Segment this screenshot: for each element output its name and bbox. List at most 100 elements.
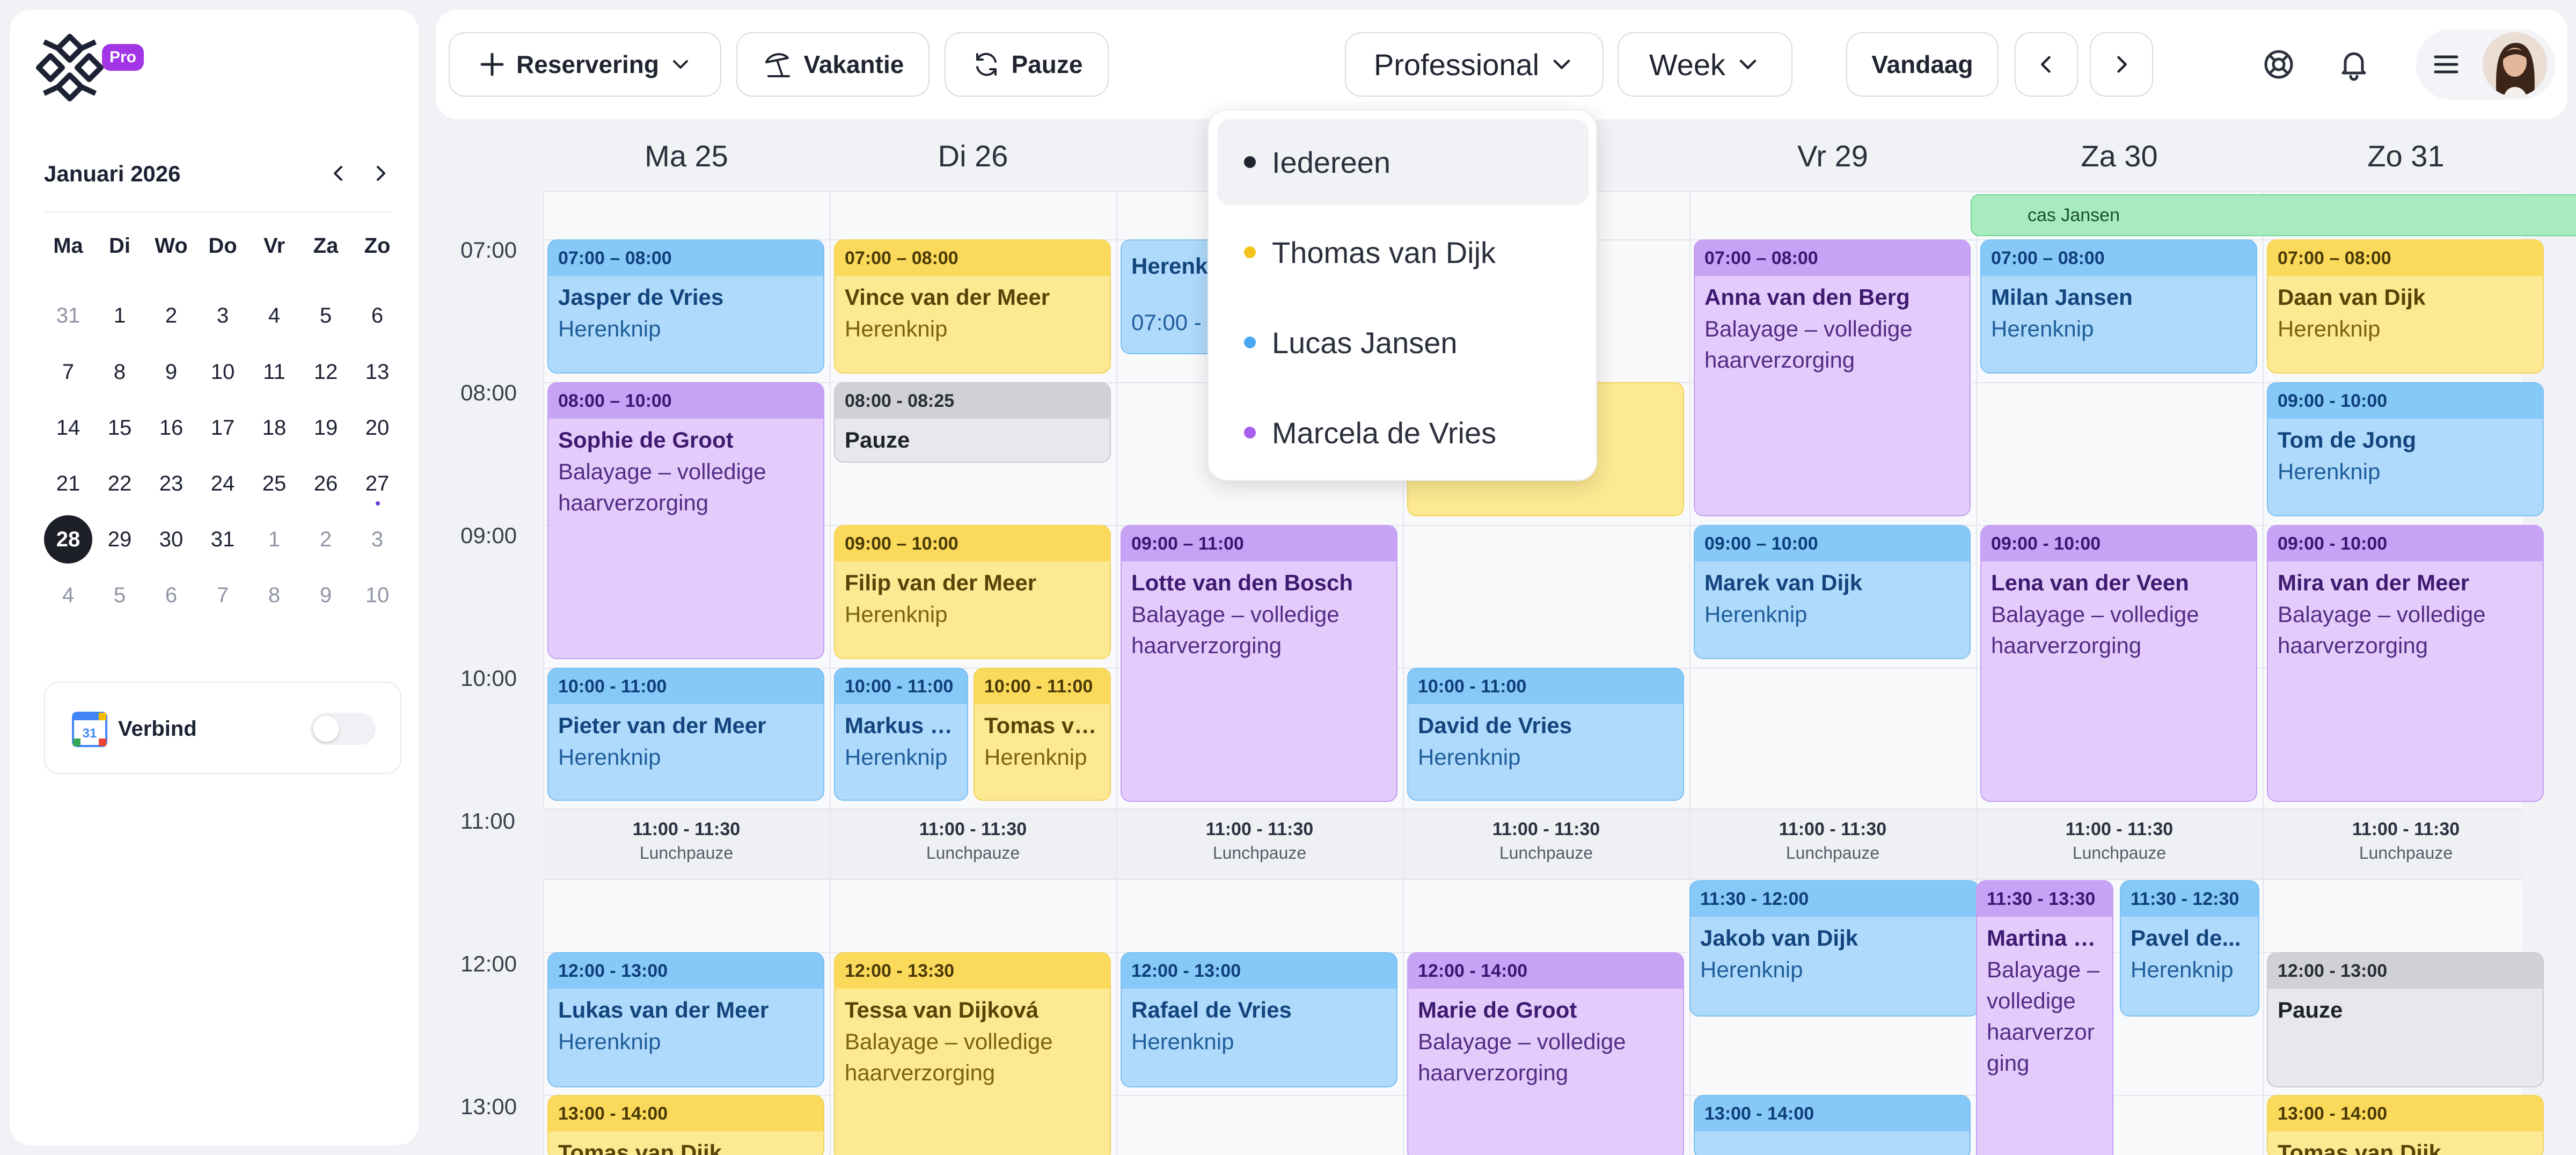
calendar-day[interactable]: 1 <box>250 515 298 564</box>
appointment-card[interactable]: 10:00 - 11:00 Markus J... Herenknip <box>834 668 968 801</box>
calendar-day[interactable]: 9 <box>147 348 195 396</box>
appointment-card[interactable]: 13:00 - 14:00 Tomas van Dijk <box>2267 1095 2544 1155</box>
calendar-day[interactable]: 22 <box>96 459 144 508</box>
calendar-day[interactable]: 5 <box>302 291 350 340</box>
appointment-card[interactable]: 11:30 - 13:30 Martina d... Balayage – voll… <box>1976 880 2113 1155</box>
calendar-day[interactable]: 18 <box>250 404 298 452</box>
calendar-day[interactable]: 5 <box>96 571 144 619</box>
calendar-day[interactable]: 14 <box>44 404 92 452</box>
today-button[interactable]: Vandaag <box>1846 32 1999 97</box>
calendar-day[interactable]: 1 <box>96 291 144 340</box>
lunch-break[interactable]: 11:00 - 11:30 Lunchpauze <box>830 819 1116 863</box>
help-button[interactable] <box>2246 32 2311 97</box>
professional-option[interactable]: Marcela de Vries <box>1217 390 1589 476</box>
appointment-card[interactable]: 11:30 - 12:30 Pavel de... Herenknip <box>2120 880 2259 1017</box>
appointment-card[interactable]: 09:00 – 11:00 Lotte van den Bosch Balayage… <box>1121 525 1397 802</box>
calendar-day[interactable]: 3 <box>353 515 401 564</box>
calendar-day[interactable]: 25 <box>250 459 298 508</box>
calendar-day[interactable]: 10 <box>353 571 401 619</box>
calendar-day[interactable]: 3 <box>199 291 247 340</box>
calendar-day[interactable]: 2 <box>302 515 350 564</box>
notifications-button[interactable] <box>2322 32 2386 97</box>
add-reservation-button[interactable]: Reservering <box>449 32 721 97</box>
next-month-button[interactable] <box>362 155 399 192</box>
view-select[interactable]: Week <box>1618 32 1792 97</box>
professional-option[interactable]: Iedereen <box>1217 119 1589 205</box>
appointment-card[interactable]: 10:00 - 11:00 Pieter van der Meer Herenkni… <box>547 668 824 801</box>
appointment-card[interactable]: 08:00 – 10:00 Sophie de Groot Balayage – v… <box>547 382 824 659</box>
account-menu[interactable] <box>2416 29 2556 100</box>
calendar-day[interactable]: 16 <box>147 404 195 452</box>
calendar-day[interactable]: 13 <box>353 348 401 396</box>
chevron-down-icon <box>1553 60 1570 69</box>
calendar-day[interactable]: 8 <box>250 571 298 619</box>
calendar-day[interactable]: 29 <box>96 515 144 564</box>
appointment-card[interactable]: 12:00 - 13:00 Lukas van der Meer Herenknip <box>547 952 824 1087</box>
calendar-day[interactable]: 2 <box>147 291 195 340</box>
appointment-card[interactable]: 07:00 – 08:00 Milan Jansen Herenknip <box>1980 239 2257 374</box>
prev-week-button[interactable] <box>2015 32 2078 97</box>
lunch-break[interactable]: 11:00 - 11:30 Lunchpauze <box>1976 819 2263 863</box>
calendar-day[interactable]: 4 <box>250 291 298 340</box>
vacation-button[interactable]: Vakantie <box>736 32 930 97</box>
appointment-card[interactable]: 07:00 – 08:00 Vince van der Meer Herenknip <box>834 239 1111 374</box>
calendar-day[interactable]: 28 <box>44 515 92 564</box>
appointment-card[interactable]: 11:30 - 12:00 Jakob van Dijk Herenknip <box>1689 880 1979 1017</box>
calendar-day[interactable]: 15 <box>96 404 144 452</box>
calendar-day[interactable]: 7 <box>199 571 247 619</box>
appointment-card[interactable]: 07:00 – 08:00 Anna van den Berg Balayage –… <box>1694 239 1971 516</box>
next-week-button[interactable] <box>2090 32 2153 97</box>
lunch-break[interactable]: 11:00 - 11:30 Lunchpauze <box>1403 819 1689 863</box>
appointment-card[interactable]: 09:00 - 10:00 Lena van der Veen Balayage –… <box>1980 525 2257 802</box>
appointment-card[interactable]: 07:00 – 08:00 Daan van Dijk Herenknip <box>2267 239 2544 374</box>
sync-toggle[interactable] <box>310 713 376 745</box>
professional-select[interactable]: Professional <box>1345 32 1604 97</box>
lunch-break[interactable]: 11:00 - 11:30 Lunchpauze <box>543 819 830 863</box>
pause-label: Pauze <box>1011 50 1083 78</box>
calendar-day[interactable]: 8 <box>96 348 144 396</box>
calendar-day[interactable]: 19 <box>302 404 350 452</box>
calendar-day[interactable]: 10 <box>199 348 247 396</box>
calendar-day[interactable]: 12 <box>302 348 350 396</box>
appointment-card[interactable]: 12:00 - 13:30 Tessa van Dijková Balayage –… <box>834 952 1111 1155</box>
calendar-day[interactable]: 26 <box>302 459 350 508</box>
appointment-card[interactable]: 09:00 – 10:00 Marek van Dijk Herenknip <box>1694 525 1971 659</box>
appointment-card[interactable]: 13:00 - 14:00 <box>1694 1095 1971 1155</box>
calendar-day[interactable]: 6 <box>147 571 195 619</box>
allday-event[interactable]: cas Jansen <box>1971 194 2576 236</box>
calendar-day[interactable]: 31 <box>199 515 247 564</box>
calendar-day[interactable]: 9 <box>302 571 350 619</box>
calendar-day[interactable]: 17 <box>199 404 247 452</box>
appointment-card[interactable]: 13:00 - 14:00 Tomas van Dijk <box>547 1095 824 1155</box>
appointment-client: Lotte van den Bosch <box>1131 570 1353 595</box>
appointment-card[interactable]: 09:00 - 10:00 Mira van der Meer Balayage –… <box>2267 525 2544 802</box>
lunch-break[interactable]: 11:00 - 11:30 Lunchpauze <box>1689 819 1976 863</box>
appointment-card[interactable]: 07:00 – 08:00 Jasper de Vries Herenknip <box>547 239 824 374</box>
appointment-card[interactable]: 12:00 - 14:00 Marie de Groot Balayage – vo… <box>1407 952 1684 1155</box>
calendar-day[interactable]: 4 <box>44 571 92 619</box>
calendar-day[interactable]: 27 <box>353 459 401 508</box>
lunch-break[interactable]: 11:00 - 11:30 Lunchpauze <box>2263 819 2549 863</box>
prev-month-button[interactable] <box>320 155 357 192</box>
calendar-day[interactable]: 31 <box>44 291 92 340</box>
appointment-card[interactable]: 10:00 - 11:00 David de Vries Herenknip <box>1407 668 1684 801</box>
brand-logo[interactable] <box>33 31 106 104</box>
appointment-card[interactable]: 12:00 - 13:00 Rafael de Vries Herenknip <box>1121 952 1397 1087</box>
appointment-card[interactable]: 08:00 - 08:25 Pauze <box>834 382 1111 463</box>
calendar-day[interactable]: 24 <box>199 459 247 508</box>
calendar-day[interactable]: 7 <box>44 348 92 396</box>
calendar-day[interactable]: 30 <box>147 515 195 564</box>
professional-option[interactable]: Thomas van Dijk <box>1217 209 1589 295</box>
pause-button[interactable]: Pauze <box>945 32 1109 97</box>
calendar-day[interactable]: 23 <box>147 459 195 508</box>
appointment-card[interactable]: 12:00 - 13:00 Pauze <box>2267 952 2544 1087</box>
calendar-day[interactable]: 6 <box>353 291 401 340</box>
appointment-card[interactable]: 09:00 - 10:00 Tom de Jong Herenknip <box>2267 382 2544 516</box>
appointment-card[interactable]: 10:00 - 11:00 Tomas va... Herenknip <box>974 668 1111 801</box>
calendar-day[interactable]: 11 <box>250 348 298 396</box>
calendar-day[interactable]: 21 <box>44 459 92 508</box>
lunch-break[interactable]: 11:00 - 11:30 Lunchpauze <box>1116 819 1403 863</box>
appointment-card[interactable]: 09:00 – 10:00 Filip van der Meer Herenknip <box>834 525 1111 659</box>
professional-option[interactable]: Lucas Jansen <box>1217 299 1589 385</box>
calendar-day[interactable]: 20 <box>353 404 401 452</box>
